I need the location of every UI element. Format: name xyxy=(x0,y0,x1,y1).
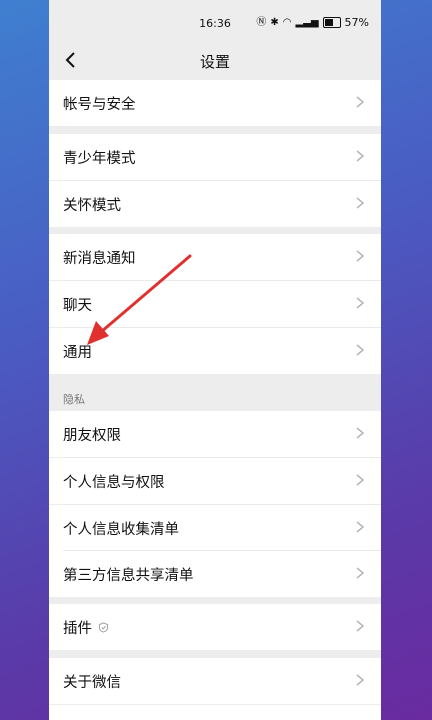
settings-screen: 16:36 Ⓝ ✱ ◠ ▂▃▅ 57% 设置 帐号与安全 青少年模式 关怀模式 … xyxy=(49,0,381,720)
annotation-arrow xyxy=(87,254,192,345)
